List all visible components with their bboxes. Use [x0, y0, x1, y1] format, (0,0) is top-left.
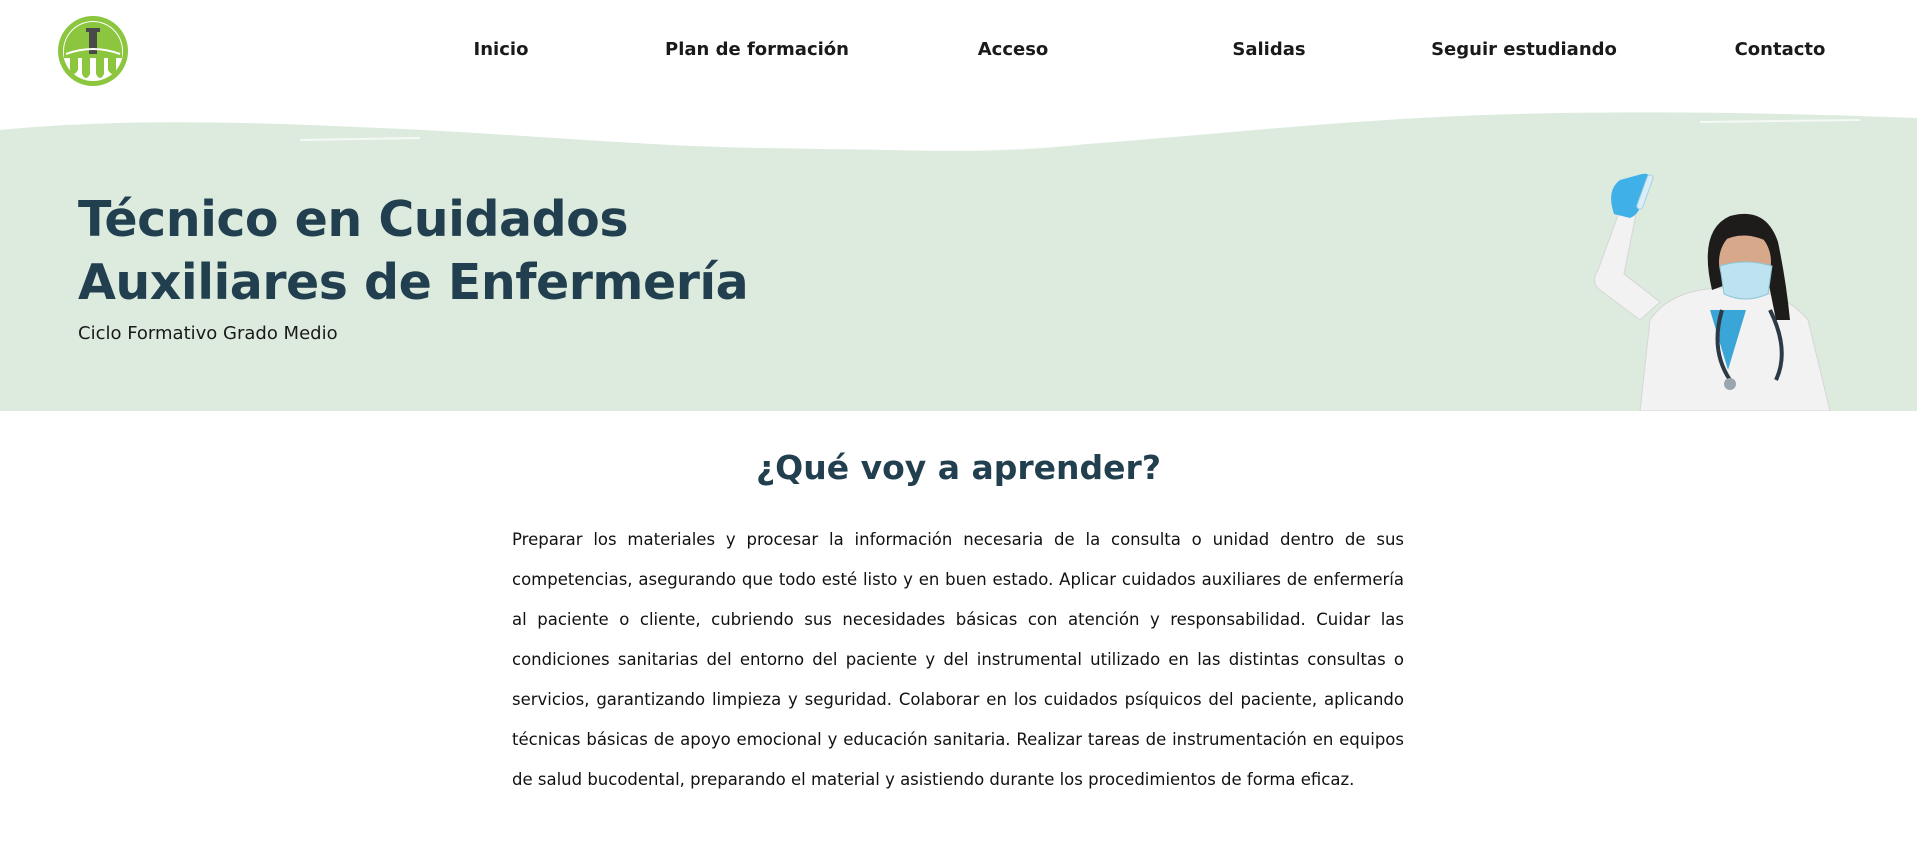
- nav-item-inicio[interactable]: Inicio: [386, 36, 616, 64]
- page-title: Técnico en Cuidados Auxiliares de Enferm…: [78, 191, 749, 311]
- hero-banner: Técnico en Cuidados Auxiliares de Enferm…: [0, 100, 1917, 411]
- main-nav: Inicio Plan de formación Acceso Salidas …: [0, 36, 1917, 64]
- nav-item-contacto[interactable]: Contacto: [1665, 36, 1895, 64]
- learn-heading: ¿Qué voy a aprender?: [756, 448, 1161, 487]
- nurse-photo: [1594, 173, 1831, 411]
- nav-item-salidas[interactable]: Salidas: [1154, 36, 1384, 64]
- nav-item-plan-de-formacion[interactable]: Plan de formación: [642, 36, 872, 64]
- nav-item-seguir-estudiando[interactable]: Seguir estudiando: [1409, 36, 1639, 64]
- page-subtitle: Ciclo Formativo Grado Medio: [78, 323, 338, 344]
- site-header: Inicio Plan de formación Acceso Salidas …: [0, 0, 1917, 110]
- learn-description: Preparar los materiales y procesar la in…: [512, 530, 1404, 789]
- nav-item-acceso[interactable]: Acceso: [898, 36, 1128, 64]
